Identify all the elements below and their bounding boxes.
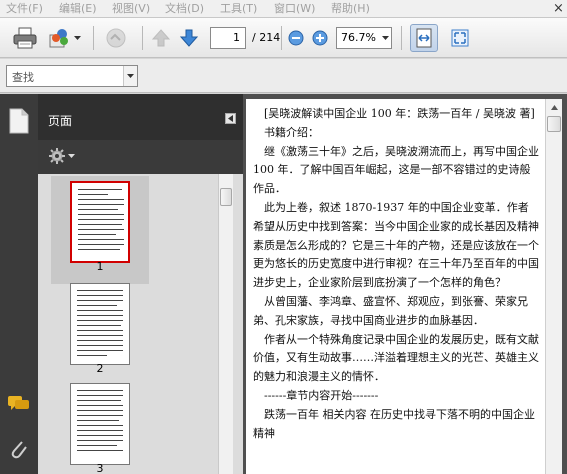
body-paragraph: 跌荡一百年 相关内容 在历史中找寻下落不明的中国企业精神	[253, 407, 535, 440]
find-input[interactable]: 查找	[6, 65, 138, 87]
menu-help[interactable]: 帮助(H)	[331, 1, 370, 17]
toolbar-separator	[93, 26, 94, 50]
previous-page-icon	[151, 29, 171, 47]
chevron-down-icon	[73, 35, 81, 40]
navigation-rail	[0, 94, 38, 474]
document-page: [吴晓波解读中国企业 100 年：跌荡一百年 / 吴晓波 著] 书籍介绍： 继《…	[246, 99, 545, 474]
pages-panel-header: 页面	[38, 94, 243, 140]
full-screen-button[interactable]	[446, 24, 474, 52]
thumbnail-page-preview	[70, 283, 130, 365]
panel-title: 页面	[48, 114, 73, 128]
page-thumbnail-3[interactable]: 3	[51, 378, 149, 474]
zoom-in-icon	[312, 30, 328, 46]
thumbnail-label: 3	[96, 462, 104, 474]
thumbnail-page-preview	[70, 181, 130, 263]
document-scrollbar[interactable]	[545, 99, 562, 474]
zoom-out-icon	[288, 30, 304, 46]
thumbnail-label: 2	[96, 362, 104, 375]
toolbar-separator	[142, 26, 143, 50]
thumbnail-list: 1 2 3	[38, 174, 243, 474]
body-paragraph: 此为上卷，叙述 1870-1937 年的中国企业变革．作者希望从历史中找到答案：…	[253, 200, 539, 290]
previous-page-button[interactable]	[148, 24, 174, 52]
menu-edit[interactable]: 编辑(E)	[59, 1, 97, 17]
document-view: [吴晓波解读中国企业 100 年：跌荡一百年 / 吴晓波 著] 书籍介绍： 继《…	[243, 94, 567, 474]
print-icon	[13, 27, 37, 49]
find-dropdown-icon[interactable]	[123, 66, 137, 86]
thumbnail-label: 1	[96, 260, 104, 273]
menu-view[interactable]: 视图(V)	[112, 1, 150, 17]
body-paragraph: 继《激荡三十年》之后，吴晓波溯流而上，再写中国企业 100 年．了解中国百年崛起…	[253, 144, 539, 196]
menu-document[interactable]: 文档(D)	[165, 1, 204, 17]
page-text: [吴晓波解读中国企业 100 年：跌荡一百年 / 吴晓波 著] 书籍介绍： 继《…	[253, 105, 539, 443]
chapter-divider: ------章节内容开始-------	[253, 388, 379, 402]
page-total-label: / 214	[252, 31, 281, 44]
fit-width-button[interactable]	[410, 24, 438, 52]
book-title-paragraph: [吴晓波解读中国企业 100 年：跌荡一百年 / 吴晓波 著]	[253, 107, 535, 120]
find-placeholder: 查找	[12, 71, 34, 84]
share-button[interactable]	[46, 24, 82, 52]
menu-file[interactable]: 文件(F)	[6, 1, 43, 17]
document-scroll-thumb[interactable]	[547, 116, 561, 132]
panel-options-bar	[38, 140, 243, 174]
thumbnail-scroll-thumb[interactable]	[220, 188, 232, 206]
find-toolbar: 查找	[0, 59, 567, 93]
fit-width-icon	[416, 28, 432, 48]
page-thumbnail-2[interactable]: 2	[51, 278, 149, 386]
next-page-button[interactable]	[176, 24, 202, 52]
scroll-up-icon[interactable]	[546, 99, 562, 115]
collapse-panel-button[interactable]	[225, 113, 236, 124]
menu-window[interactable]: 窗口(W)	[274, 1, 315, 17]
zoom-level-field[interactable]: 76.7%	[336, 27, 392, 49]
thumbnail-page-preview	[70, 383, 130, 465]
intro-heading: 书籍介绍：	[253, 125, 319, 139]
toolbar-separator	[401, 26, 402, 50]
zoom-out-button[interactable]	[286, 24, 306, 52]
comments-icon[interactable]	[7, 394, 31, 417]
share-icon	[49, 29, 68, 48]
chevron-down-icon	[68, 153, 75, 158]
zoom-value: 76.7%	[341, 31, 376, 44]
page-thumbnail-1[interactable]: 1	[51, 176, 149, 284]
sign-button[interactable]	[101, 24, 131, 52]
page-number-input[interactable]: 1	[210, 27, 246, 49]
main-toolbar: 1 / 214 76.7%	[0, 18, 567, 58]
chevron-left-icon	[228, 115, 233, 122]
full-screen-icon	[451, 29, 469, 47]
zoom-dropdown-icon[interactable]	[382, 28, 389, 55]
zoom-in-button[interactable]	[310, 24, 330, 52]
sign-icon	[106, 28, 126, 48]
body-paragraph: 从曾国藩、李鸿章、盛宣怀、郑观应，到张謇、荣家兄弟、孔宋家族，寻找中国商业进步的…	[253, 294, 528, 327]
menu-bar: 文件(F) 编辑(E) 视图(V) 文档(D) 工具(T) 窗口(W) 帮助(H…	[0, 0, 567, 18]
thumbnail-scrollbar[interactable]	[218, 174, 233, 474]
menu-tools[interactable]: 工具(T)	[220, 1, 257, 17]
next-page-icon	[179, 29, 199, 47]
close-document-icon[interactable]: ×	[553, 1, 564, 17]
print-button[interactable]	[10, 24, 40, 52]
body-paragraph: 作者从一个特殊角度记录中国企业的发展历史，既有文献价值，又有生动故事……洋溢着理…	[253, 332, 539, 384]
attachments-icon[interactable]	[8, 437, 28, 462]
gear-icon	[49, 148, 65, 164]
panel-options-button[interactable]	[48, 147, 75, 165]
pages-panel-icon[interactable]	[8, 108, 30, 137]
toolbar-separator	[281, 26, 282, 50]
